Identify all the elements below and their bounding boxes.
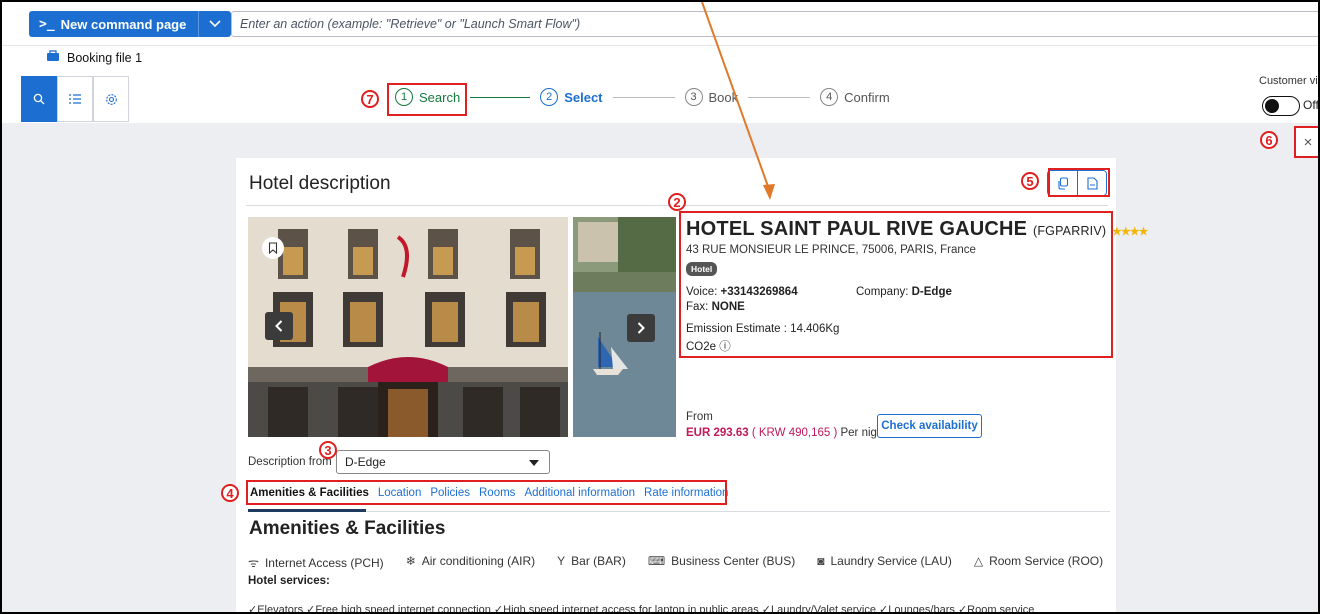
amenity-label: Internet Access (PCH) [264, 556, 384, 570]
annotation-number: 5 [1021, 172, 1039, 190]
amenity-label: Laundry Service (LAU) [830, 554, 952, 568]
price-line: EUR 293.63 ( KRW 490,165 ) Per night [686, 427, 887, 439]
new-command-label: New command page [60, 16, 187, 32]
gear-icon [105, 93, 117, 105]
annotation-box-hotel-info [679, 211, 1113, 358]
carousel-next-button[interactable] [627, 314, 655, 342]
step-select[interactable]: 2 Select [540, 88, 603, 106]
step-book[interactable]: 3 Book [684, 88, 739, 106]
amenity-label: Room Service (ROO) [989, 554, 1104, 568]
amenity-item: Y Bar (BAR) [557, 554, 626, 571]
settings-tool-button[interactable] [93, 76, 129, 122]
new-command-button[interactable]: >_ New command page [29, 11, 232, 37]
hotel-services-label: Hotel services: [248, 575, 330, 587]
amenity-item: ◙ Laundry Service (LAU) [817, 554, 952, 571]
amenity-item: ᯤ Internet Access (PCH) [248, 554, 384, 571]
step-connector [748, 96, 811, 98]
amenity-label: Air conditioning (AIR) [421, 554, 536, 568]
section-title: Amenities & Facilities [249, 518, 446, 539]
annotation-box-search [387, 83, 467, 116]
price-eur: EUR 293.63 [686, 427, 749, 439]
booking-file-label: Booking file 1 [67, 50, 143, 65]
room-service-icon: △ [973, 554, 984, 568]
step-number: 2 [540, 88, 559, 106]
booking-file-tab[interactable]: Booking file 1 [46, 50, 142, 65]
card-title: Hotel description [249, 173, 391, 194]
annotation-number: 2 [668, 193, 686, 211]
chevron-left-icon [275, 320, 283, 332]
step-number: 3 [684, 88, 703, 106]
step-connector [470, 96, 531, 98]
description-from-label: Description from [248, 456, 332, 468]
step-label: Select [564, 89, 603, 105]
search-tool-button[interactable] [21, 76, 57, 122]
annotation-number: 3 [319, 441, 337, 459]
dropdown-arrow-icon [529, 460, 539, 466]
close-button[interactable]: × [1294, 126, 1318, 158]
customer-view-toggle[interactable] [1262, 96, 1300, 116]
hotel-services-list: ✓Elevators ✓Free high speed internet con… [248, 604, 1035, 614]
amenity-label: Bar (BAR) [571, 554, 626, 568]
toggle-state-label: Off [1303, 98, 1319, 112]
step-confirm[interactable]: 4 Confirm [820, 88, 890, 106]
annotation-number: 4 [221, 484, 239, 502]
bookmark-icon [268, 242, 278, 254]
command-input[interactable]: Enter an action (example: "Retrieve" or … [231, 11, 1318, 37]
terminal-icon: >_ [39, 16, 55, 32]
price-krw: ( KRW 490,165 ) [748, 427, 838, 439]
app-frame: >_ New command page Enter an action (exa… [0, 0, 1320, 614]
booking-stepper: 1 Search 2 Select 3 Book 4 Confirm [395, 88, 890, 106]
divider [248, 511, 1110, 512]
annotation-box-actions [1048, 168, 1110, 197]
star-rating: ★★★★ [1112, 226, 1148, 238]
cocktail-icon: Y [557, 554, 566, 568]
annotation-box-tabs [246, 480, 727, 505]
annotation-number: 7 [361, 90, 379, 108]
check-availability-button[interactable]: Check availability [877, 414, 982, 438]
customer-view-label: Customer vi [1259, 75, 1318, 87]
step-label: Confirm [844, 89, 890, 105]
from-label: From [686, 411, 713, 423]
selected-source: D-Edge [345, 455, 386, 469]
amenity-item: △ Room Service (ROO) [974, 554, 1103, 571]
top-bar: >_ New command page Enter an action (exa… [2, 2, 1318, 46]
list-icon [69, 94, 81, 104]
list-tool-button[interactable] [57, 76, 93, 122]
business-center-icon: ⌨ [647, 554, 666, 568]
chevron-down-icon[interactable] [199, 11, 231, 37]
annotation-number: 6 [1260, 131, 1278, 149]
description-source-select[interactable]: D-Edge [336, 450, 550, 474]
step-connector [612, 96, 675, 98]
step-label: Book [708, 89, 739, 105]
laundry-icon: ◙ [817, 554, 825, 568]
chevron-right-icon [637, 322, 645, 334]
snowflake-icon: ❄ [405, 554, 416, 568]
briefcase-icon [46, 50, 60, 65]
hotel-photo-secondary [573, 217, 676, 437]
active-tab-indicator [248, 509, 366, 512]
amenity-label: Business Center (BUS) [671, 554, 796, 568]
wifi-icon: ᯤ [248, 556, 259, 570]
amenities-list: ᯤ Internet Access (PCH) ❄ Air conditioning… [248, 554, 1103, 571]
step-number: 4 [820, 88, 839, 106]
side-tools [21, 76, 129, 122]
hotel-photo-main [248, 217, 568, 437]
search-icon [33, 93, 45, 105]
amenity-item: ⌨ Business Center (BUS) [648, 554, 795, 571]
bookmark-button[interactable] [262, 237, 284, 259]
carousel-prev-button[interactable] [265, 312, 293, 340]
amenity-item: ❄ Air conditioning (AIR) [406, 554, 535, 571]
